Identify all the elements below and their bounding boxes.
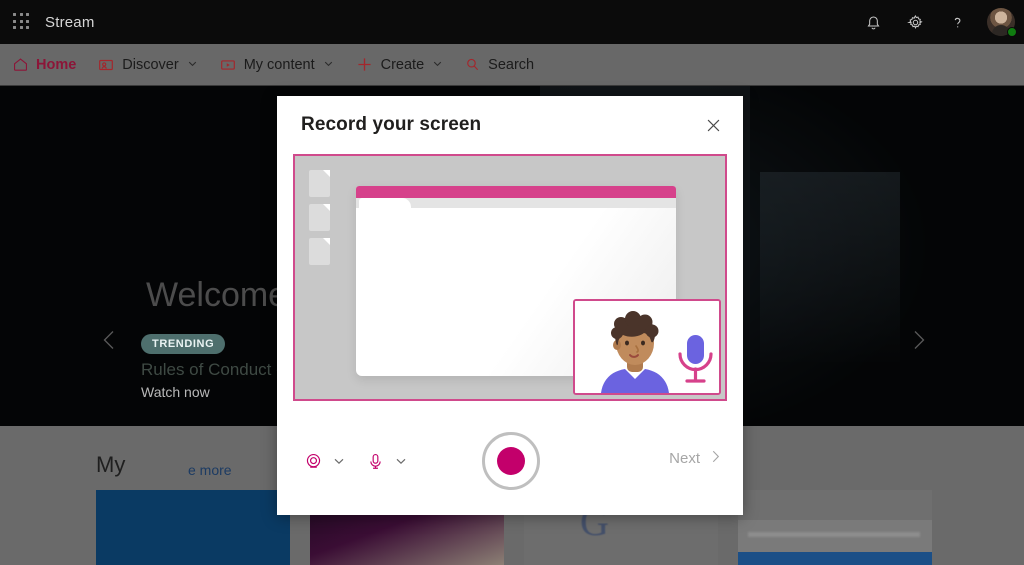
camera-icon[interactable]: [299, 447, 327, 475]
camera-dropdown-chevron-down-icon[interactable]: [329, 447, 349, 475]
document-icon: [309, 170, 330, 197]
illustration-title-bar: [356, 186, 676, 198]
camera-preview-thumbnail: [573, 299, 721, 395]
device-controls: [299, 447, 421, 475]
next-button-label: Next: [669, 450, 700, 467]
chevron-right-icon: [708, 449, 723, 468]
person-illustration: [575, 301, 719, 393]
dialog-header: Record your screen: [277, 96, 743, 154]
screen-recording-illustration: [293, 154, 727, 401]
microphone-dropdown-chevron-down-icon[interactable]: [391, 447, 411, 475]
record-your-screen-dialog: Record your screen Next: [277, 96, 743, 515]
close-icon[interactable]: [697, 109, 729, 141]
record-dot-icon: [497, 447, 525, 475]
document-icon: [309, 204, 330, 231]
illustration-active-tab: [359, 198, 411, 208]
record-button[interactable]: [482, 432, 540, 490]
dialog-title: Record your screen: [301, 114, 482, 135]
microphone-icon[interactable]: [361, 447, 389, 475]
dialog-footer: Next: [277, 401, 743, 515]
stream-app-window: Stream Home Discover My content Create S…: [0, 0, 1024, 565]
next-button[interactable]: Next: [669, 449, 723, 468]
document-icon: [309, 238, 330, 265]
